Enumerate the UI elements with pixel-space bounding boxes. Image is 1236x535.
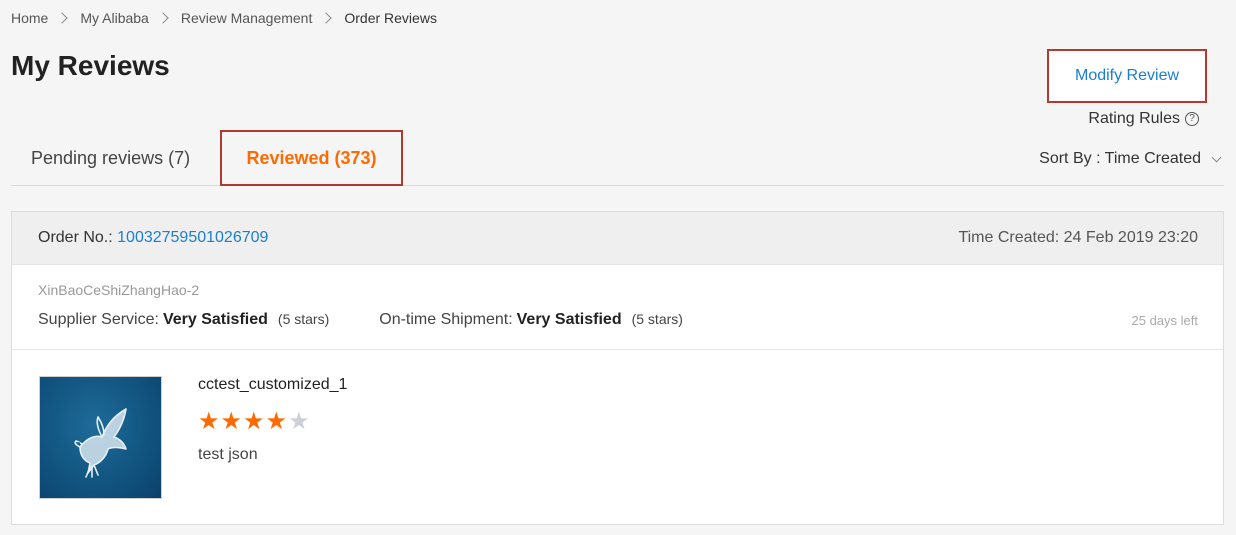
breadcrumb-order-reviews: Order Reviews [344,10,437,26]
chevron-right-icon [157,12,169,24]
order-header: Order No.: 10032759501026709 Time Create… [12,212,1223,265]
sort-by-dropdown[interactable]: Sort By : Time Created [1039,150,1222,168]
time-created: Time Created: 24 Feb 2019 23:20 [958,229,1198,246]
breadcrumb: Home My Alibaba Review Management Order … [11,10,437,26]
order-number-label: Order No.: [38,229,113,246]
chevron-down-icon [1211,152,1222,162]
shipment-value: Very Satisfied [516,311,622,328]
page-title: My Reviews [11,50,170,81]
star-filled-icon: ★ [265,408,288,435]
order-number-block: Order No.: 10032759501026709 [38,229,268,247]
breadcrumb-my-alibaba[interactable]: My Alibaba [80,10,148,26]
sort-by-label: Sort By : Time Created [1039,150,1201,167]
supplier-service-stars: (5 stars) [277,311,330,327]
breadcrumb-review-management[interactable]: Review Management [181,10,313,26]
star-filled-icon: ★ [220,408,243,435]
dove-icon [74,408,127,478]
supplier-ratings: Supplier Service: Very Satisfied (5 star… [38,311,683,329]
product-review-row: cctest_customized_1 ★ ★ ★ ★ ★ test json [12,350,1223,520]
tab-pending-reviews[interactable]: Pending reviews (7) [31,130,190,186]
rating-rules-label: Rating Rules [1088,110,1180,127]
days-left: 25 days left [1131,313,1199,328]
supplier-service-value: Very Satisfied [162,311,268,328]
review-text: test json [198,446,258,463]
product-thumbnail[interactable] [39,376,162,499]
star-filled-icon: ★ [243,408,265,435]
order-number-link[interactable]: 10032759501026709 [117,229,268,246]
star-empty-icon: ★ [288,408,310,435]
chevron-right-icon [56,12,69,24]
star-filled-icon: ★ [198,408,220,435]
help-icon[interactable]: ? [1185,112,1199,126]
rating-rules-link[interactable]: Rating Rules ? [1088,110,1199,128]
tab-reviewed[interactable]: Reviewed (373) [220,130,403,186]
supplier-rating-block: XinBaoCeShiZhangHao-2 Supplier Service: … [12,265,1223,350]
supplier-service-label: Supplier Service: [38,311,159,328]
supplier-name: XinBaoCeShiZhangHao-2 [38,282,200,298]
modify-review-button[interactable]: Modify Review [1047,49,1207,103]
shipment-stars: (5 stars) [631,311,683,327]
order-review-card: Order No.: 10032759501026709 Time Create… [11,211,1224,525]
product-name[interactable]: cctest_customized_1 [198,376,347,394]
shipment-label: On-time Shipment: [379,311,513,328]
product-star-rating: ★ ★ ★ ★ ★ [198,410,311,434]
breadcrumb-home[interactable]: Home [11,10,48,26]
chevron-right-icon [320,12,333,24]
